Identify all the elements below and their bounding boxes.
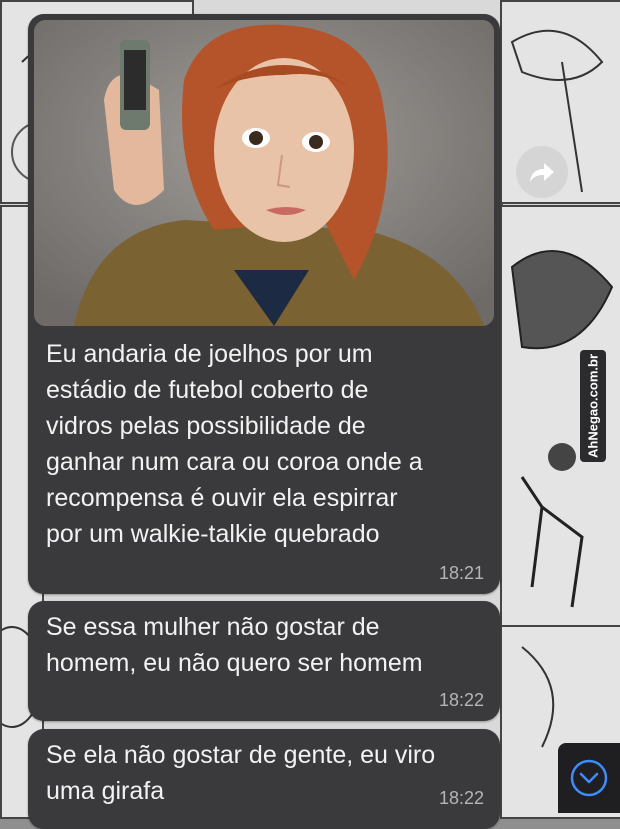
forward-arrow-icon bbox=[530, 163, 554, 182]
message-bubble[interactable]: Eu andaria de joelhos por um estádio de … bbox=[28, 14, 500, 594]
forward-button[interactable] bbox=[516, 146, 568, 198]
watermark-text: AhNegao.com.br bbox=[585, 353, 601, 459]
message-time: 18:21 bbox=[438, 563, 484, 583]
chevron-down-circle-icon bbox=[570, 759, 608, 797]
message-text: Se essa mulher não gostar de homem, eu n… bbox=[46, 613, 423, 677]
message-time: 18:22 bbox=[438, 690, 484, 710]
message-photo[interactable] bbox=[34, 20, 494, 326]
site-watermark: AhNegao.com.br bbox=[580, 350, 606, 462]
message-bubble[interactable]: Se ela não gostar de gente, eu viro uma … bbox=[28, 729, 500, 829]
message-text: Eu andaria de joelhos por um estádio de … bbox=[46, 340, 423, 548]
message-text: Se ela não gostar de gente, eu viro uma … bbox=[46, 741, 436, 805]
scroll-to-bottom-button[interactable] bbox=[558, 743, 620, 813]
message-bubble[interactable]: Se essa mulher não gostar de homem, eu n… bbox=[28, 601, 500, 721]
message-time: 18:22 bbox=[438, 788, 484, 808]
